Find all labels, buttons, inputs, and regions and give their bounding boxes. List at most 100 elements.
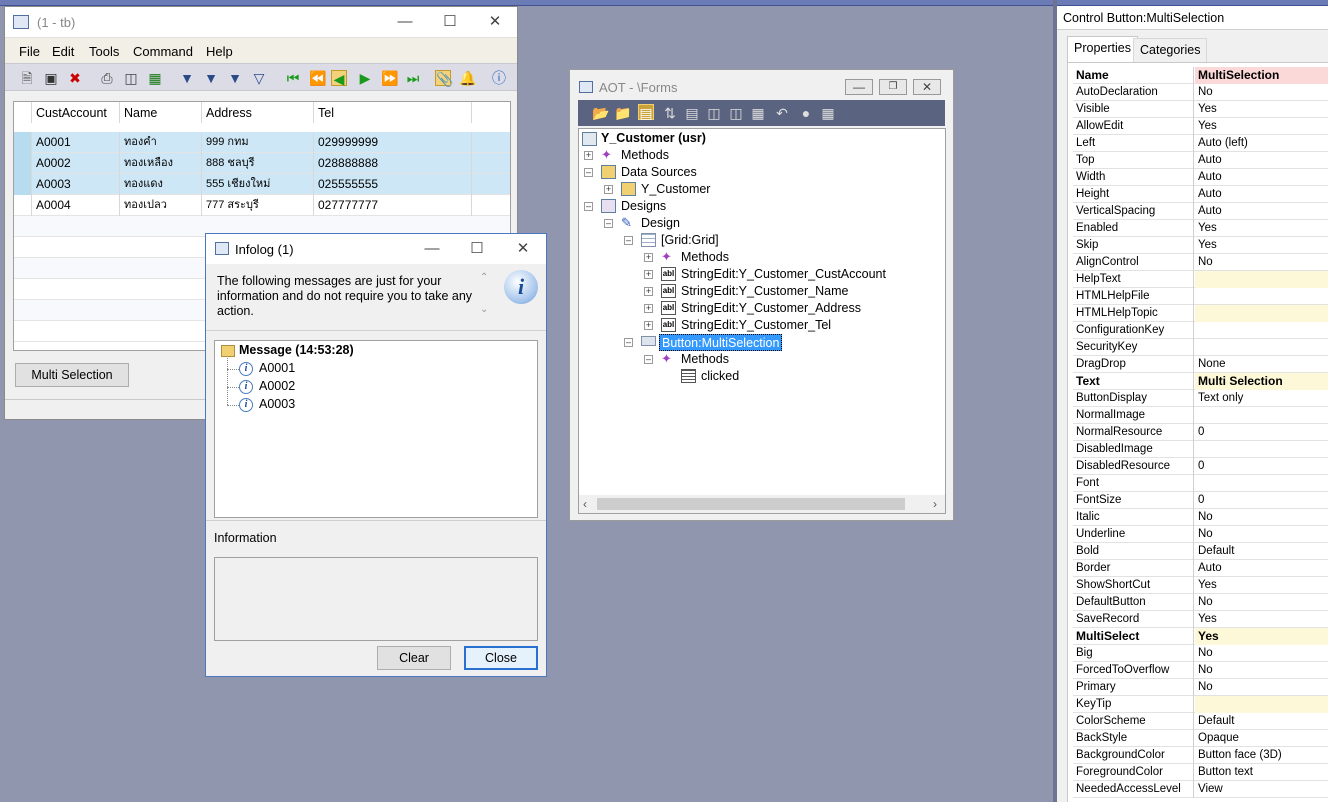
cell-custaccount[interactable]: A0004 [32, 195, 120, 216]
cell-custaccount[interactable]: A0001 [32, 132, 120, 153]
property-row[interactable]: NormalImage [1073, 407, 1328, 424]
tree-node-design[interactable]: Design [641, 215, 680, 232]
property-value[interactable]: Text only [1195, 390, 1328, 407]
property-row[interactable]: Top Auto [1073, 152, 1328, 169]
column-header-custaccount[interactable]: CustAccount [32, 102, 120, 123]
tree-node-stringedit-address[interactable]: StringEdit:Y_Customer_Address [681, 300, 861, 317]
next-record-icon[interactable]: ▶ [357, 70, 373, 86]
close-button[interactable]: ✕ [485, 13, 505, 31]
property-row[interactable]: Bold Default [1073, 543, 1328, 560]
property-row[interactable]: KeyTip [1073, 696, 1328, 713]
tree-node-y-customer[interactable]: Y_Customer [641, 181, 710, 198]
property-value[interactable]: MultiSelection [1195, 67, 1328, 84]
property-value[interactable]: No [1195, 645, 1328, 662]
advanced-filter-icon[interactable]: ▼ [227, 70, 243, 86]
tree-node-grid[interactable]: [Grid:Grid] [661, 232, 719, 249]
property-value[interactable]: Auto [1195, 169, 1328, 186]
property-row[interactable]: Visible Yes [1073, 101, 1328, 118]
tree-node-stringedit-name[interactable]: StringEdit:Y_Customer_Name [681, 283, 848, 300]
aot-horizontal-scrollbar[interactable]: ‹ › [579, 495, 945, 513]
property-value[interactable]: 0 [1195, 458, 1328, 475]
cell-name[interactable]: ทองเปลว [120, 195, 202, 216]
open-new-window-icon[interactable]: 📁 [614, 105, 631, 121]
property-row[interactable]: FontSize 0 [1073, 492, 1328, 509]
tab-categories[interactable]: Categories [1133, 38, 1208, 62]
property-row[interactable]: ForegroundColor Button text [1073, 764, 1328, 781]
property-value[interactable] [1195, 407, 1328, 424]
property-value[interactable]: No [1195, 662, 1328, 679]
property-row[interactable]: DisabledImage [1073, 441, 1328, 458]
property-value[interactable]: Yes [1195, 220, 1328, 237]
document-handling-icon[interactable]: 📎 [435, 70, 453, 87]
property-row[interactable]: SecurityKey [1073, 339, 1328, 356]
property-row[interactable]: Font [1073, 475, 1328, 492]
save-icon[interactable]: ▣ [43, 70, 59, 86]
tree-node-stringedit-tel[interactable]: StringEdit:Y_Customer_Tel [681, 317, 831, 334]
tree-node-data-sources[interactable]: Data Sources [621, 164, 697, 181]
clear-button[interactable]: Clear [377, 646, 451, 670]
tree-node-grid-methods[interactable]: Methods [681, 249, 729, 266]
close-infolog-button[interactable]: Close [464, 646, 538, 670]
property-value[interactable] [1195, 288, 1328, 305]
message-item[interactable]: A0002 [259, 379, 295, 393]
property-value[interactable]: Default [1195, 713, 1328, 730]
menu-file[interactable]: File [19, 44, 40, 59]
property-row[interactable]: Text Multi Selection [1073, 373, 1328, 390]
save-all-icon[interactable]: ▤ [684, 105, 700, 121]
property-value[interactable]: Auto [1195, 560, 1328, 577]
tree-node-designs[interactable]: Designs [621, 198, 666, 215]
column-header-name[interactable]: Name [120, 102, 202, 123]
tree-node-button-multiselection[interactable]: Button:MultiSelection [659, 334, 783, 351]
previous-record-icon[interactable]: ◀ [331, 70, 347, 87]
property-row[interactable]: HTMLHelpFile [1073, 288, 1328, 305]
collapse-icon[interactable]: – [624, 236, 633, 245]
collapse-icon[interactable]: – [644, 355, 653, 364]
maximize-button[interactable]: ☐ [440, 13, 460, 31]
expand-icon[interactable]: + [604, 185, 613, 194]
restore-icon[interactable]: ↶ [774, 105, 790, 121]
property-row[interactable]: DisabledResource 0 [1073, 458, 1328, 475]
menu-command[interactable]: Command [133, 44, 193, 59]
infolog-minimize-button[interactable]: — [422, 240, 442, 258]
property-row[interactable]: DragDrop None [1073, 356, 1328, 373]
property-value[interactable] [1195, 322, 1328, 339]
layer-icon[interactable]: ▦ [750, 105, 766, 121]
collapse-icon[interactable]: – [584, 168, 593, 177]
excel-icon[interactable]: ▦ [147, 70, 163, 86]
property-value[interactable] [1195, 305, 1328, 322]
cell-tel[interactable]: 027777777 [314, 195, 472, 216]
property-value[interactable]: No [1195, 594, 1328, 611]
property-value[interactable]: Yes [1195, 577, 1328, 594]
scroll-left-icon[interactable]: ‹ [583, 497, 587, 511]
message-scrollbar[interactable]: ⌃ ⌄ [478, 272, 492, 318]
property-row[interactable]: Enabled Yes [1073, 220, 1328, 237]
first-record-icon[interactable]: ⏮ [285, 70, 301, 86]
open-icon[interactable]: 📂 [592, 105, 609, 121]
message-item[interactable]: A0003 [259, 397, 295, 411]
multi-selection-button[interactable]: Multi Selection [15, 363, 129, 387]
cell-address[interactable]: 999 กทม [202, 132, 314, 153]
property-value[interactable]: Multi Selection [1195, 373, 1328, 390]
property-row[interactable]: ButtonDisplay Text only [1073, 390, 1328, 407]
tree-node-methods[interactable]: Methods [621, 147, 669, 164]
property-value[interactable]: Opaque [1195, 730, 1328, 747]
property-row[interactable]: BackStyle Opaque [1073, 730, 1328, 747]
scroll-down-icon[interactable]: ⌄ [480, 304, 488, 315]
property-value[interactable]: Yes [1195, 628, 1328, 645]
menu-help[interactable]: Help [206, 44, 233, 59]
alert-icon[interactable]: 🔔 [459, 70, 476, 86]
property-value[interactable]: No [1195, 509, 1328, 526]
cell-name[interactable]: ทองแดง [120, 174, 202, 195]
aot-minimize-button[interactable]: — [845, 79, 873, 95]
property-value[interactable]: No [1195, 526, 1328, 543]
table-row[interactable]: A0002 ทองเหลือง 888 ชลบุรี 028888888 [14, 153, 510, 174]
scroll-thumb[interactable] [597, 498, 905, 510]
cell-address[interactable]: 777 สระบุรี [202, 195, 314, 216]
property-value[interactable]: No [1195, 254, 1328, 271]
property-row[interactable]: NormalResource 0 [1073, 424, 1328, 441]
property-value[interactable]: Button text [1195, 764, 1328, 781]
remove-filter-icon[interactable]: ▽ [251, 70, 267, 86]
property-value[interactable]: View [1195, 781, 1328, 798]
collapse-icon[interactable]: – [584, 202, 593, 211]
cell-tel[interactable]: 028888888 [314, 153, 472, 174]
